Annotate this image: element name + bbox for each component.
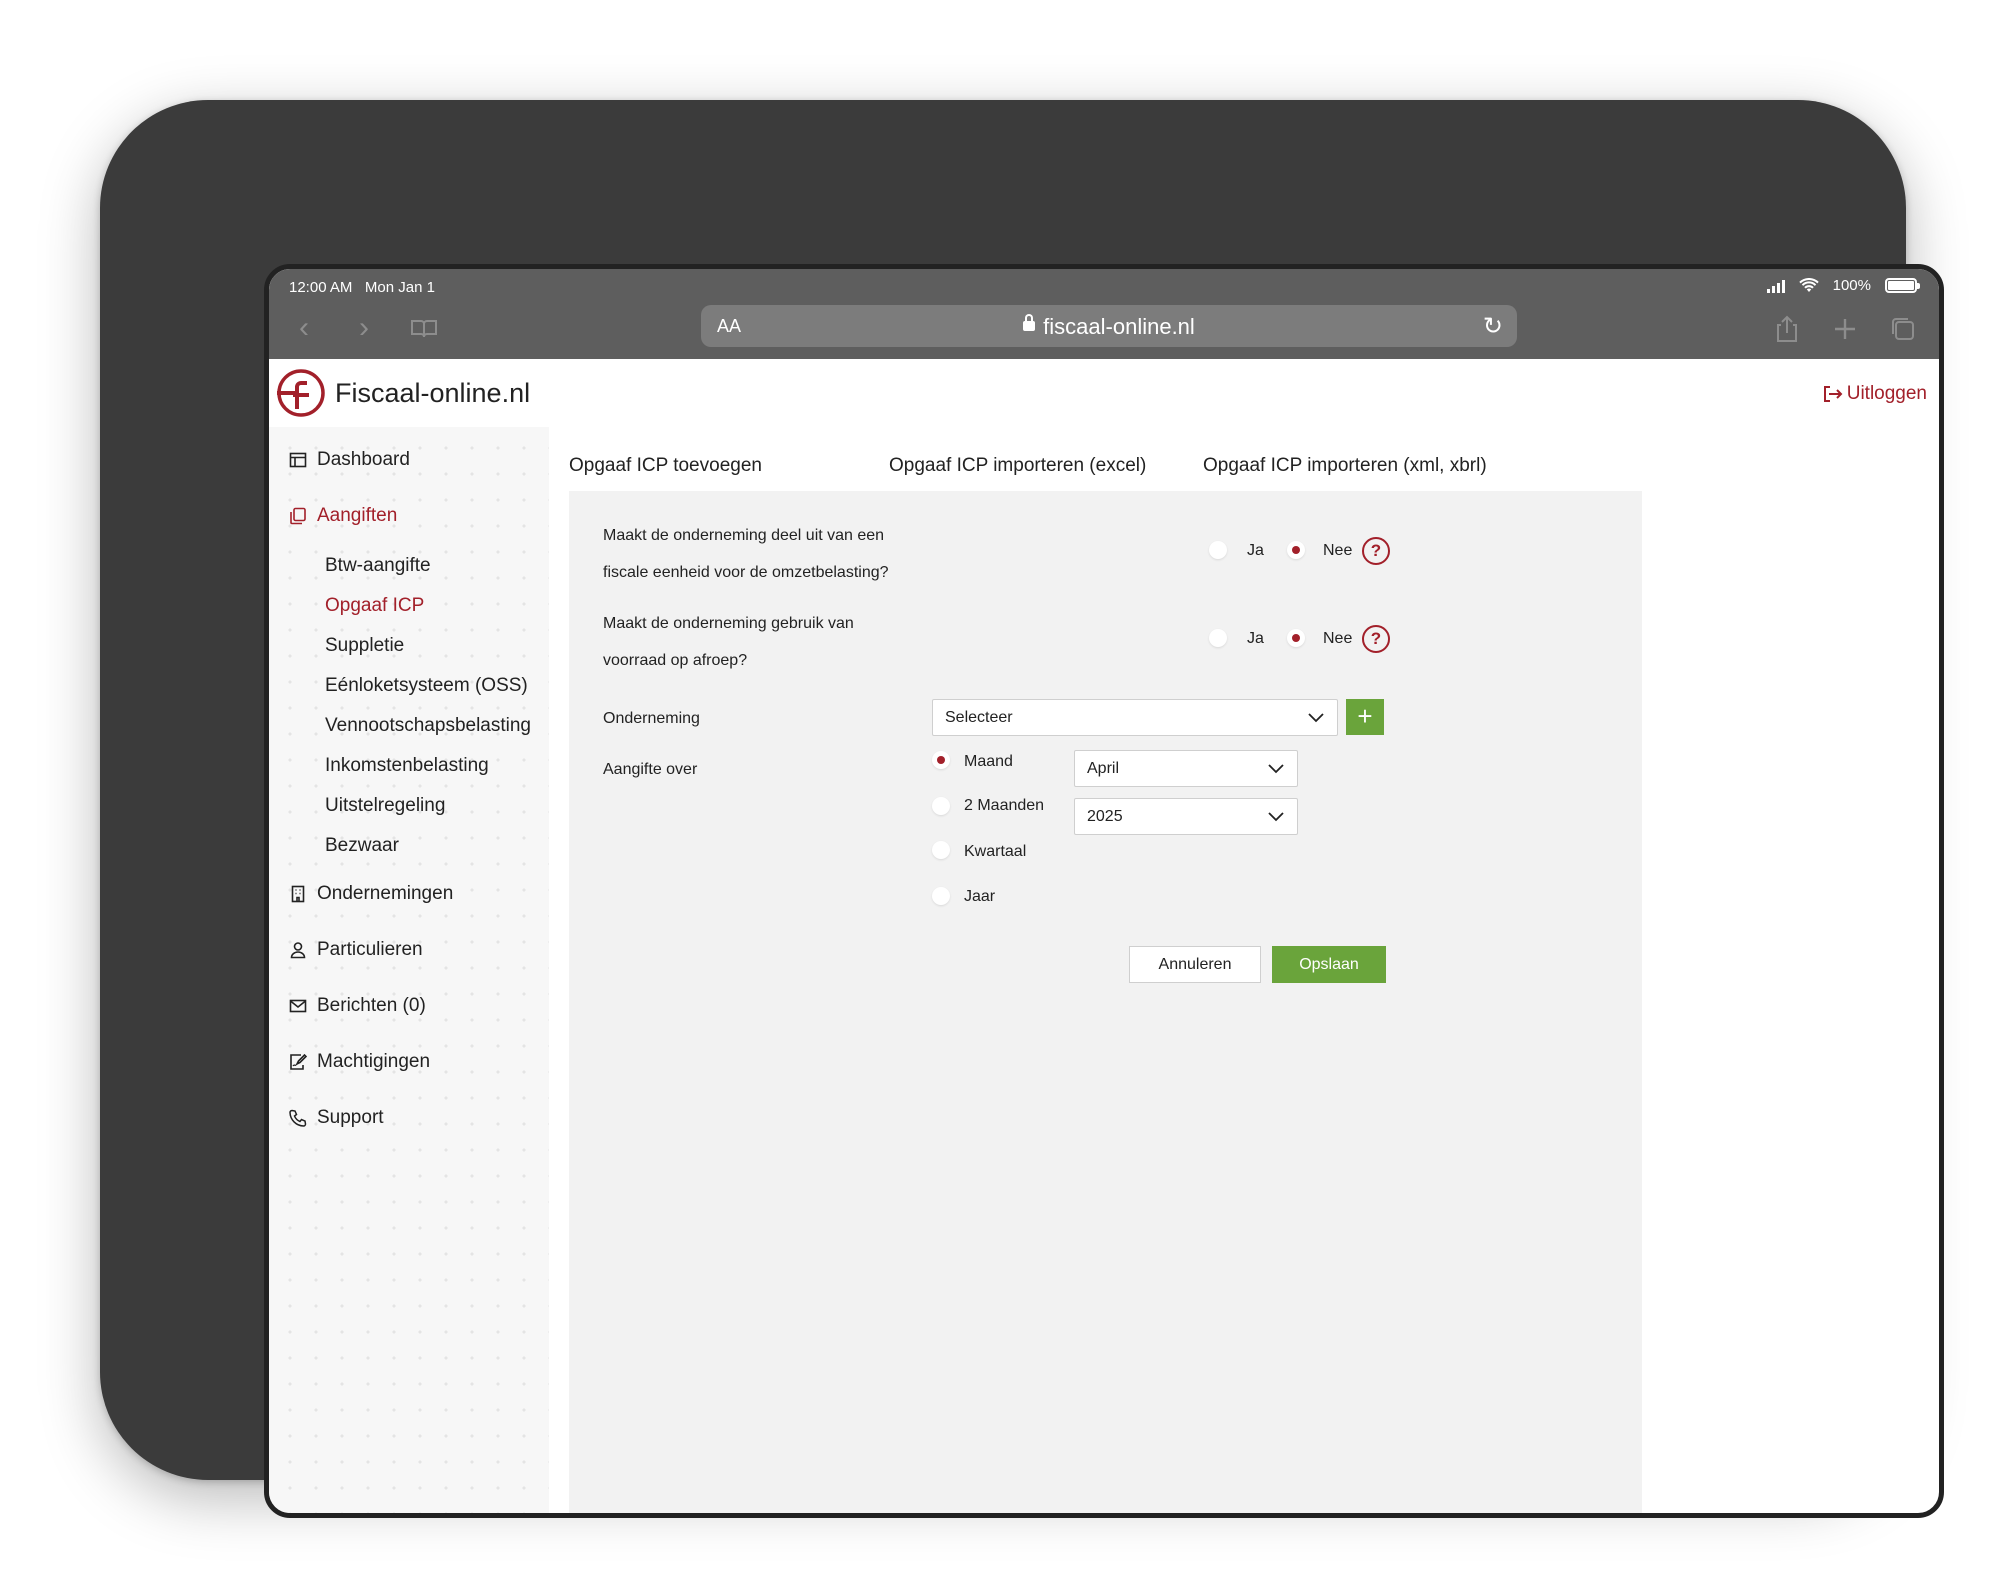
building-icon [291, 885, 305, 903]
app-header: Fiscaal-online.nl Uitloggen [269, 359, 1939, 427]
radio-maand[interactable] [932, 751, 950, 769]
sidebar-item-aangiften[interactable]: Aangiften [289, 505, 397, 527]
help-icon[interactable]: ? [1362, 625, 1390, 653]
form-panel: Maakt de onderneming deel uit van een fi… [569, 491, 1642, 1513]
user-icon [290, 942, 306, 959]
q2-radio-ja[interactable] [1209, 629, 1227, 647]
aangifte-over-label: Aangifte over [603, 761, 698, 778]
wifi-icon [1798, 277, 1819, 292]
sidebar-item-label: Particulieren [317, 939, 423, 960]
q1-label-ja: Ja [1247, 542, 1264, 559]
ipad-frame: 12:00 AM Mon Jan 1 100% ‹ › AA fiscaal-o… [100, 100, 1944, 1518]
chevron-down-icon [1268, 812, 1284, 822]
url-text: fiscaal-online.nl [1043, 314, 1195, 339]
logout-icon [1823, 386, 1843, 402]
help-icon[interactable]: ? [1362, 537, 1390, 565]
status-bar: 12:00 AM Mon Jan 1 100% [269, 269, 1939, 305]
brand-name: Fiscaal-online.nl [335, 377, 531, 408]
forward-icon[interactable]: › [349, 313, 379, 343]
sidebar-subitem-vennootschapsbelasting[interactable]: Vennootschapsbelasting [325, 715, 531, 737]
radio-jaar[interactable] [932, 887, 950, 905]
sidebar-subitem-btw-aangifte[interactable]: Btw-aangifte [325, 555, 431, 577]
tab-bar: Opgaaf ICP toevoegen Opgaaf ICP importer… [569, 455, 1669, 491]
address-bar[interactable]: AA fiscaal-online.nl ↻ [701, 305, 1517, 347]
cancel-button[interactable]: Annuleren [1129, 946, 1261, 983]
browser-chrome: 12:00 AM Mon Jan 1 100% ‹ › AA fiscaal-o… [269, 269, 1939, 359]
q1-radio-ja[interactable] [1209, 541, 1227, 559]
logout-link[interactable]: Uitloggen [1823, 383, 1927, 405]
label-2-maanden: 2 Maanden [964, 797, 1045, 814]
radio-2-maanden[interactable] [932, 797, 950, 815]
sidebar-item-ondernemingen[interactable]: Ondernemingen [289, 883, 453, 905]
documents-icon [290, 507, 306, 525]
tab-opgaaf-icp-toevoegen[interactable]: Opgaaf ICP toevoegen [569, 455, 762, 477]
sidebar-item-support[interactable]: Support [289, 1107, 384, 1129]
logout-label: Uitloggen [1846, 383, 1927, 404]
screen: 12:00 AM Mon Jan 1 100% ‹ › AA fiscaal-o… [264, 264, 1944, 1518]
reload-icon[interactable]: ↻ [1483, 312, 1503, 341]
question-fiscale-eenheid: Maakt de onderneming deel uit van een fi… [603, 527, 889, 581]
sidebar-subitem-opgaaf-icp[interactable]: Opgaaf ICP [325, 595, 424, 617]
sidebar-subitem-suppletie[interactable]: Suppletie [325, 635, 404, 657]
sidebar-item-dashboard[interactable]: Dashboard [289, 449, 410, 471]
brand-logo[interactable]: Fiscaal-online.nl [275, 367, 530, 419]
sidebar-item-label: Dashboard [317, 449, 410, 470]
tab-opgaaf-icp-importeren-excel[interactable]: Opgaaf ICP importeren (excel) [889, 455, 1146, 477]
label-jaar: Jaar [964, 888, 996, 905]
bookmarks-icon[interactable] [409, 313, 439, 343]
signal-icon [1766, 279, 1785, 293]
year-select[interactable]: 2025 [1074, 798, 1298, 835]
back-icon[interactable]: ‹ [289, 313, 319, 343]
calendar-icon [289, 452, 307, 468]
signature-icon [290, 1053, 307, 1070]
status-time: 12:00 AM Mon Jan 1 [289, 279, 435, 296]
q2-label-ja: Ja [1247, 630, 1264, 647]
tabs-icon[interactable] [1887, 313, 1919, 345]
sidebar-item-label: Machtigingen [317, 1051, 431, 1072]
sidebar-item-label: Aangiften [317, 505, 398, 526]
envelope-icon [289, 999, 307, 1013]
sidebar-subitem-uitstelregeling[interactable]: Uitstelregeling [325, 795, 445, 817]
sidebar-item-berichten[interactable]: Berichten (0) [289, 995, 426, 1017]
sidebar-item-label: Support [317, 1107, 384, 1128]
onderneming-select[interactable]: Selecteer [932, 699, 1338, 736]
chevron-down-icon [1308, 713, 1324, 723]
q2-label-nee: Nee [1323, 630, 1353, 647]
battery-percentage: 100% [1832, 277, 1871, 294]
new-tab-icon[interactable] [1829, 313, 1861, 345]
share-icon[interactable] [1771, 313, 1803, 345]
chevron-down-icon [1268, 764, 1284, 774]
onderneming-label: Onderneming [603, 710, 700, 727]
sidebar-subitem-oss[interactable]: Eénloketsysteem (OSS) [325, 675, 528, 697]
q1-radio-nee[interactable] [1287, 541, 1305, 559]
tab-opgaaf-icp-importeren-xml[interactable]: Opgaaf ICP importeren (xml, xbrl) [1203, 455, 1487, 477]
q1-label-nee: Nee [1323, 542, 1353, 559]
fiscaal-logo-icon [277, 369, 325, 417]
label-kwartaal: Kwartaal [964, 843, 1027, 860]
month-select[interactable]: April [1074, 750, 1298, 787]
sidebar: Dashboard Aangiften Btw-aangifte Opgaaf … [269, 427, 549, 1513]
phone-icon [289, 1109, 307, 1127]
sidebar-subitem-inkomstenbelasting[interactable]: Inkomstenbelasting [325, 755, 489, 777]
sidebar-item-machtigingen[interactable]: Machtigingen [289, 1051, 430, 1073]
sidebar-item-label: Ondernemingen [317, 883, 454, 904]
save-button[interactable]: Opslaan [1272, 946, 1386, 983]
sidebar-subitem-bezwaar[interactable]: Bezwaar [325, 835, 399, 857]
sidebar-item-label: Berichten (0) [317, 995, 426, 1016]
q2-radio-nee[interactable] [1287, 629, 1305, 647]
lock-icon [1023, 314, 1036, 332]
add-onderneming-button[interactable]: + [1346, 699, 1384, 735]
question-voorraad-op-afroep: Maakt de onderneming gebruik van voorraa… [603, 615, 854, 669]
battery-icon [1885, 278, 1920, 293]
radio-kwartaal[interactable] [932, 841, 950, 859]
label-maand: Maand [964, 753, 1013, 770]
sidebar-item-particulieren[interactable]: Particulieren [289, 939, 423, 961]
